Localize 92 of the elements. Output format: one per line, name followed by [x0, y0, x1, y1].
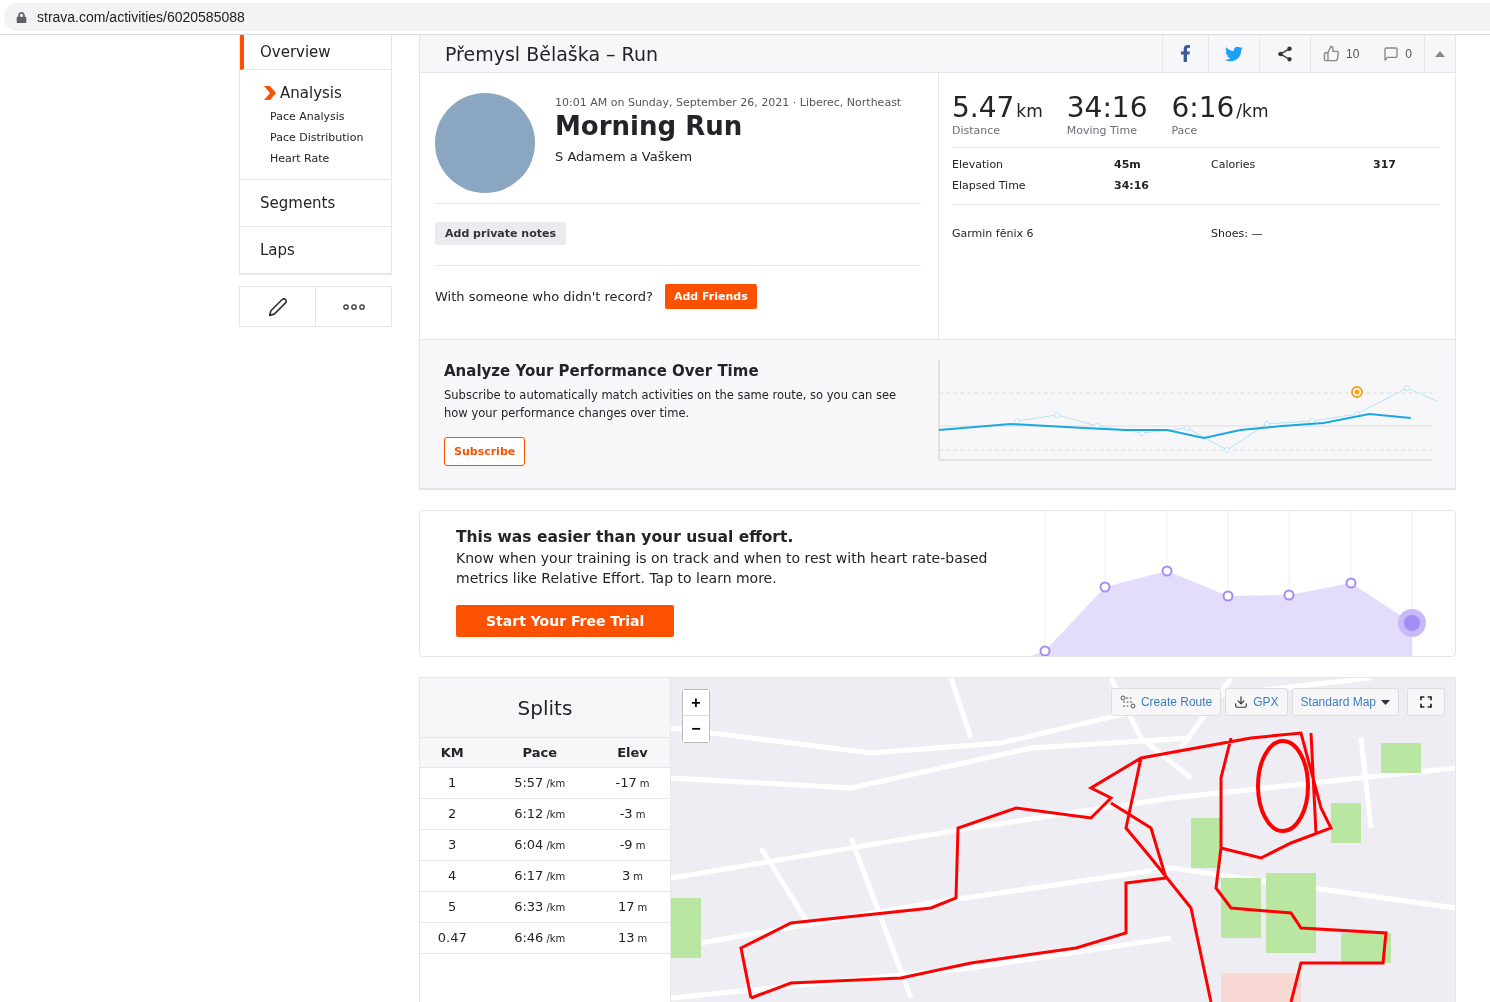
- data-point: [1345, 577, 1357, 589]
- column-header: Elev: [595, 738, 670, 767]
- stat-label: Distance: [952, 124, 1002, 137]
- sub-nav-link[interactable]: Pace Analysis: [270, 110, 391, 123]
- table-cell: 13 m: [595, 922, 670, 953]
- table-cell: 3: [420, 829, 485, 860]
- thumbs-up-icon: [1322, 45, 1340, 62]
- create-route-button[interactable]: Create Route: [1110, 688, 1222, 716]
- gpx-button[interactable]: GPX: [1225, 688, 1288, 716]
- address-bar[interactable]: strava.com/activities/6020585088: [4, 3, 1490, 31]
- sub-nav-link[interactable]: Pace Distribution: [270, 131, 391, 144]
- data-point: [1222, 590, 1234, 602]
- comments-button[interactable]: 0: [1371, 34, 1424, 73]
- table-cell: 17 m: [595, 891, 670, 922]
- nav-link[interactable]: Laps: [260, 241, 391, 259]
- table-cell: 6:33 /km: [484, 891, 596, 922]
- data-point: [1014, 418, 1020, 424]
- stat-label: Elapsed Time: [952, 179, 1027, 192]
- stat-label: Moving Time: [1066, 124, 1138, 137]
- table-cell: -9 m: [595, 829, 670, 860]
- table-cell: -17 m: [595, 767, 670, 798]
- stat-label: Elevation: [952, 158, 1005, 171]
- stat-value: 317: [1373, 158, 1397, 171]
- activity-description: S Adamem a Vaškem: [555, 149, 694, 164]
- data-point: [1404, 385, 1410, 391]
- effort-title: This was easier than your usual effort.: [456, 528, 794, 546]
- table-cell: 6:04 /km: [484, 829, 596, 860]
- fullscreen-button[interactable]: [1407, 688, 1445, 716]
- stat-value: 5.47 km: [952, 91, 1043, 124]
- chevron-icon: [264, 86, 276, 100]
- table-cell: 3 m: [595, 860, 670, 891]
- url-text: strava.com/activities/6020585088: [37, 9, 245, 25]
- stat-value: 6:16/km: [1171, 91, 1269, 124]
- route-icon: [1119, 695, 1136, 709]
- data-point: [1354, 411, 1360, 417]
- shoes-info: Shoes: —: [1211, 227, 1264, 240]
- data-point: [1161, 565, 1173, 577]
- data-point: [1039, 645, 1051, 656]
- data-point: [1309, 418, 1315, 424]
- data-point: [1054, 412, 1060, 418]
- column-header: KM: [420, 738, 485, 767]
- table-cell: 1: [420, 767, 485, 798]
- activity-date-location: 10:01 AM on Sunday, September 26, 2021 · Liberec, Northeast: [555, 96, 902, 109]
- zoom-in-button[interactable]: +: [683, 690, 709, 716]
- share-icon: [1275, 44, 1294, 63]
- caret-down-icon: [1381, 699, 1390, 705]
- stat-value: 45m: [1114, 158, 1142, 171]
- map-type-dropdown[interactable]: Standard Map: [1291, 688, 1399, 716]
- stat-value: 34:16: [1066, 91, 1148, 124]
- caret-up-icon: [1435, 50, 1445, 57]
- data-point: [1224, 447, 1230, 453]
- data-point: [1184, 425, 1190, 431]
- download-icon: [1234, 695, 1249, 709]
- effort-text: Know when your training is on track and when to rest with heart rate-based metrics like Relative Effort. Tap to learn more.: [456, 549, 989, 588]
- table-cell: 6:12 /km: [484, 798, 596, 829]
- nav-link[interactable]: Overview: [260, 43, 391, 61]
- table-cell: 5: [420, 891, 485, 922]
- add-notes-button[interactable]: Add private notes: [435, 222, 566, 245]
- stat-label: Pace: [1171, 124, 1199, 137]
- performance-title: Analyze Your Performance Over Time: [444, 362, 759, 380]
- kudos-button[interactable]: 10: [1309, 34, 1372, 73]
- table-cell: 6:17 /km: [484, 860, 596, 891]
- data-point: [1094, 423, 1100, 429]
- table-cell: 2: [420, 798, 485, 829]
- comment-icon: [1383, 45, 1400, 62]
- data-point: [1264, 421, 1270, 427]
- splits-title: Splits: [517, 695, 573, 720]
- performance-text: Subscribe to automatically match activities on the same route, so you can see how your performance changes over time.: [444, 387, 898, 422]
- highlighted-point: [1351, 386, 1363, 398]
- table-cell: 4: [420, 860, 485, 891]
- activity-name: Morning Run: [555, 111, 744, 141]
- data-point: [1099, 581, 1111, 593]
- with-prompt: With someone who didn't record?: [435, 289, 653, 304]
- table-cell: -3 m: [595, 798, 670, 829]
- nav-link[interactable]: Segments: [260, 194, 391, 212]
- table-cell: 0.47: [420, 922, 485, 953]
- twitter-icon: [1224, 44, 1243, 63]
- device-name: Garmin fēnix 6: [952, 227, 1035, 240]
- activity-owner-title: Přemysl Bělaška – Run: [444, 42, 660, 65]
- table-cell: 5:57 /km: [484, 767, 596, 798]
- sub-nav-link[interactable]: Heart Rate: [270, 152, 391, 165]
- stat-value: 34:16: [1114, 179, 1150, 192]
- more-icon: [342, 303, 365, 310]
- column-header: Pace: [484, 738, 596, 767]
- stat-label: Calories: [1211, 158, 1257, 171]
- highlighted-point: [1398, 609, 1426, 637]
- lock-icon: [16, 11, 27, 23]
- nav-link[interactable]: Analysis: [264, 84, 391, 102]
- pencil-icon: [267, 296, 288, 317]
- data-point: [1139, 430, 1145, 436]
- table-cell: 6:46 /km: [484, 922, 596, 953]
- data-point: [1283, 589, 1295, 601]
